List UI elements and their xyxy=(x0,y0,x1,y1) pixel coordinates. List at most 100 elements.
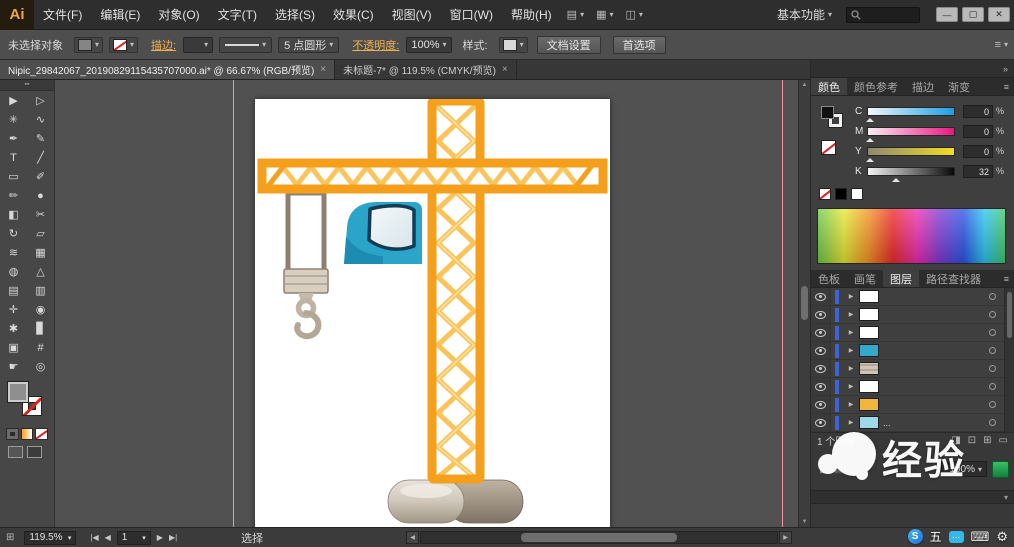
tool-eyedropper[interactable]: ✛ xyxy=(0,300,27,319)
layer-row[interactable]: ▶ xyxy=(811,342,1014,360)
layer-row[interactable]: ▶ xyxy=(811,306,1014,324)
sogou-icon[interactable]: S xyxy=(907,529,923,544)
visibility-toggle[interactable] xyxy=(811,324,831,341)
yellow-slider[interactable] xyxy=(865,146,955,162)
horizontal-scrollbar[interactable] xyxy=(420,531,778,544)
tool-blend[interactable]: ◉ xyxy=(27,300,54,319)
close-button[interactable]: ✕ xyxy=(988,7,1010,22)
zoom-dropdown[interactable]: 119.5% ▾ xyxy=(24,530,77,545)
layer-thumbnail[interactable] xyxy=(859,326,879,339)
artboard-nav-icon[interactable]: ⊞ xyxy=(6,532,14,543)
screen-mode-icon[interactable]: ◫ xyxy=(620,8,649,21)
tool-lasso[interactable]: ∿ xyxy=(27,110,54,129)
visibility-toggle[interactable] xyxy=(811,414,831,431)
green-action-button[interactable] xyxy=(992,460,1009,478)
tool-perspective-grid[interactable]: △ xyxy=(27,262,54,281)
target-circle-icon[interactable] xyxy=(989,347,996,354)
layer-thumbnail[interactable] xyxy=(859,398,879,411)
expand-triangle-icon[interactable]: ▶ xyxy=(845,329,857,336)
tool-rotate[interactable]: ↻ xyxy=(0,224,27,243)
preferences-button[interactable]: 首选项 xyxy=(612,35,666,54)
tool-scale[interactable]: ▱ xyxy=(27,224,54,243)
stroke-panel-link[interactable]: 描边: xyxy=(151,37,176,53)
tab-gradient[interactable]: 渐变 xyxy=(941,78,977,95)
tab-color-guide[interactable]: 颜色参考 xyxy=(847,78,905,95)
speech-bubble-icon[interactable]: … xyxy=(948,530,964,543)
artboard-number-field[interactable]: 1 ▾ xyxy=(116,530,151,545)
menu-view[interactable]: 视图(V) xyxy=(383,0,441,30)
color-fill-proxy[interactable] xyxy=(821,106,834,119)
tool-direct-selection[interactable]: ▷ xyxy=(27,91,54,110)
scroll-down-icon[interactable] xyxy=(799,517,810,527)
tool-selection[interactable]: ▶ xyxy=(0,91,27,110)
new-layer-icon[interactable]: ⊞ xyxy=(983,435,991,446)
menu-edit[interactable]: 编辑(E) xyxy=(91,0,149,30)
workspace-switcher[interactable]: 基本功能 xyxy=(777,6,832,23)
layers-scroll-thumb[interactable] xyxy=(1007,292,1012,338)
tool-pencil[interactable]: ✏ xyxy=(0,186,27,205)
menu-file[interactable]: 文件(F) xyxy=(34,0,91,30)
scroll-up-icon[interactable] xyxy=(799,80,810,90)
visibility-toggle[interactable] xyxy=(811,378,831,395)
arrange-documents-icon[interactable]: ▦ xyxy=(590,8,619,21)
crane-illustration[interactable] xyxy=(255,96,610,527)
layer-thumbnail[interactable] xyxy=(859,362,879,375)
layer-thumbnail[interactable] xyxy=(859,380,879,393)
tool-blob-brush[interactable]: ● xyxy=(27,186,54,205)
tool-free-transform[interactable]: ▦ xyxy=(27,243,54,262)
target-circle-icon[interactable] xyxy=(989,311,996,318)
tool-gradient[interactable]: ▥ xyxy=(27,281,54,300)
tool-eraser[interactable]: ◧ xyxy=(0,205,27,224)
tool-scissors[interactable]: ✂ xyxy=(27,205,54,224)
brush-definition-dropdown[interactable]: 5 点圆形 xyxy=(278,36,340,53)
target-circle-icon[interactable] xyxy=(989,419,996,426)
zoom-level-field[interactable]: 100% xyxy=(941,461,987,477)
swatch-black[interactable] xyxy=(835,188,847,200)
horizontal-scroll-thumb[interactable] xyxy=(520,533,678,542)
magenta-slider-thumb[interactable] xyxy=(865,134,874,142)
panel-menu-icon[interactable]: ≡ xyxy=(999,78,1014,95)
tool-column-graph[interactable]: ▊ xyxy=(27,319,54,338)
layer-row[interactable]: ▶ ... xyxy=(811,414,1014,432)
cyan-value-field[interactable]: 0 xyxy=(963,104,993,118)
swatch-white[interactable] xyxy=(851,188,863,200)
yellow-value-field[interactable]: 0 xyxy=(963,144,993,158)
target-circle-icon[interactable] xyxy=(989,293,996,300)
panel-menu-icon[interactable]: ≡ xyxy=(999,270,1014,287)
scroll-right-icon[interactable]: ▶ xyxy=(779,531,792,544)
expand-triangle-icon[interactable]: ▶ xyxy=(845,311,857,318)
target-circle-icon[interactable] xyxy=(989,383,996,390)
tool-symbol-sprayer[interactable]: ✱ xyxy=(0,319,27,338)
tool-magic-wand[interactable]: ✳ xyxy=(0,110,27,129)
search-input[interactable] xyxy=(846,6,920,23)
draw-normal-button[interactable] xyxy=(8,446,23,458)
stroke-color-dropdown[interactable] xyxy=(109,36,139,53)
restore-button[interactable]: ▢ xyxy=(962,7,984,22)
artboard[interactable] xyxy=(255,96,610,527)
make-clip-mask-icon[interactable]: ◨ xyxy=(951,435,960,446)
tool-line-segment[interactable]: ╱ xyxy=(27,148,54,167)
opacity-panel-link[interactable]: 不透明度: xyxy=(352,37,399,53)
settings-gear-icon[interactable]: ⚙ xyxy=(996,529,1008,545)
last-artboard-button[interactable]: ▶| xyxy=(169,533,177,542)
canvas[interactable] xyxy=(55,80,810,527)
collapsed-panel-header[interactable]: ▾ xyxy=(811,490,1014,504)
tool-curvature[interactable]: ✎ xyxy=(27,129,54,148)
magenta-slider[interactable] xyxy=(865,126,955,142)
tool-rectangle[interactable]: ▭ xyxy=(0,167,27,186)
tool-mesh[interactable]: ▤ xyxy=(0,281,27,300)
document-tab-2[interactable]: 未标题-7* @ 119.5% (CMYK/预览) × xyxy=(335,60,517,79)
panel-icon[interactable]: ▤ xyxy=(834,464,843,475)
swatch-none[interactable] xyxy=(819,188,831,200)
tab-color[interactable]: 颜色 xyxy=(811,78,847,95)
tab-pathfinder[interactable]: 路径查找器 xyxy=(919,270,988,287)
expand-triangle-icon[interactable]: ▶ xyxy=(845,293,857,300)
prev-artboard-button[interactable]: ◀ xyxy=(105,533,111,542)
expand-triangle-icon[interactable]: ▶ xyxy=(845,419,857,426)
color-mode-button[interactable] xyxy=(6,428,19,440)
wubi-mode-label[interactable]: 五 xyxy=(930,528,942,545)
none-swatch[interactable] xyxy=(821,140,836,155)
layers-scrollbar[interactable] xyxy=(1004,288,1014,432)
tool-artboard[interactable]: ▣ xyxy=(0,338,27,357)
new-sublayer-icon[interactable]: ⊡ xyxy=(968,435,976,446)
